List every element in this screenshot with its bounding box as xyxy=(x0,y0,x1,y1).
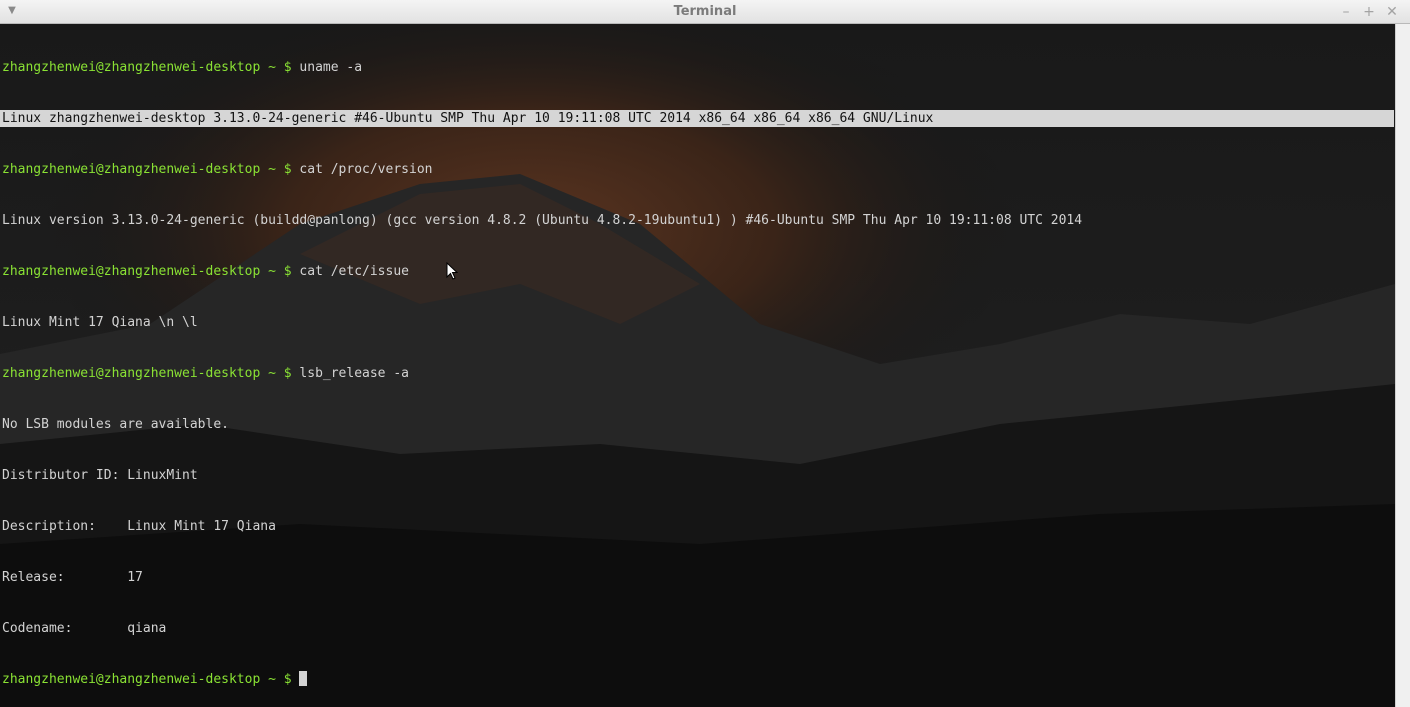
terminal-line: zhangzhenwei@zhangzhenwei-desktop ~ $ ca… xyxy=(2,161,1394,178)
output-line: Codename: qiana xyxy=(2,621,167,636)
command-text xyxy=(292,672,300,687)
command-text: uname -a xyxy=(291,60,363,75)
prompt-text: zhangzhenwei@zhangzhenwei-desktop ~ $ xyxy=(2,366,292,381)
terminal-line: zhangzhenwei@zhangzhenwei-desktop ~ $ un… xyxy=(2,59,1394,76)
prompt-text: zhangzhenwei@zhangzhenwei-desktop ~ $ xyxy=(2,60,292,75)
command-text: lsb_release -a xyxy=(291,366,409,381)
text-cursor xyxy=(299,671,308,686)
terminal-line: zhangzhenwei@zhangzhenwei-desktop ~ $ xyxy=(2,671,1394,688)
terminal-window: ▼ Terminal – + ✕ zhangzhenwei@zhangzhenw… xyxy=(0,0,1410,707)
prompt-text: zhangzhenwei@zhangzhenwei-desktop ~ $ xyxy=(2,162,292,177)
output-line: Linux version 3.13.0-24-generic (buildd@… xyxy=(2,213,1083,228)
output-line: Description: Linux Mint 17 Qiana xyxy=(2,519,276,534)
maximize-icon[interactable]: + xyxy=(1361,3,1377,21)
prompt-text: zhangzhenwei@zhangzhenwei-desktop ~ $ xyxy=(2,264,292,279)
scrollbar[interactable] xyxy=(1395,24,1410,707)
terminal-line: zhangzhenwei@zhangzhenwei-desktop ~ $ ca… xyxy=(2,263,1394,280)
prompt-text: zhangzhenwei@zhangzhenwei-desktop ~ $ xyxy=(2,672,292,687)
minimize-icon[interactable]: – xyxy=(1338,3,1354,21)
output-line: Linux Mint 17 Qiana \n \l xyxy=(2,315,198,330)
close-icon[interactable]: ✕ xyxy=(1384,3,1400,21)
output-line: No LSB modules are available. xyxy=(2,417,229,432)
terminal-output: zhangzhenwei@zhangzhenwei-desktop ~ $ un… xyxy=(0,25,1394,707)
command-text: cat /etc/issue xyxy=(291,264,409,279)
terminal-line: zhangzhenwei@zhangzhenwei-desktop ~ $ ls… xyxy=(2,365,1394,382)
title-bar[interactable]: ▼ Terminal – + ✕ xyxy=(0,0,1410,24)
mouse-pointer-icon xyxy=(446,262,458,280)
selected-output-line: Linux zhangzhenwei-desktop 3.13.0-24-gen… xyxy=(0,110,1394,127)
output-line: Distributor ID: LinuxMint xyxy=(2,468,198,483)
terminal-area[interactable]: zhangzhenwei@zhangzhenwei-desktop ~ $ un… xyxy=(0,24,1395,707)
output-line: Release: 17 xyxy=(2,570,143,585)
command-text: cat /proc/version xyxy=(291,162,433,177)
window-title: Terminal xyxy=(673,4,737,19)
